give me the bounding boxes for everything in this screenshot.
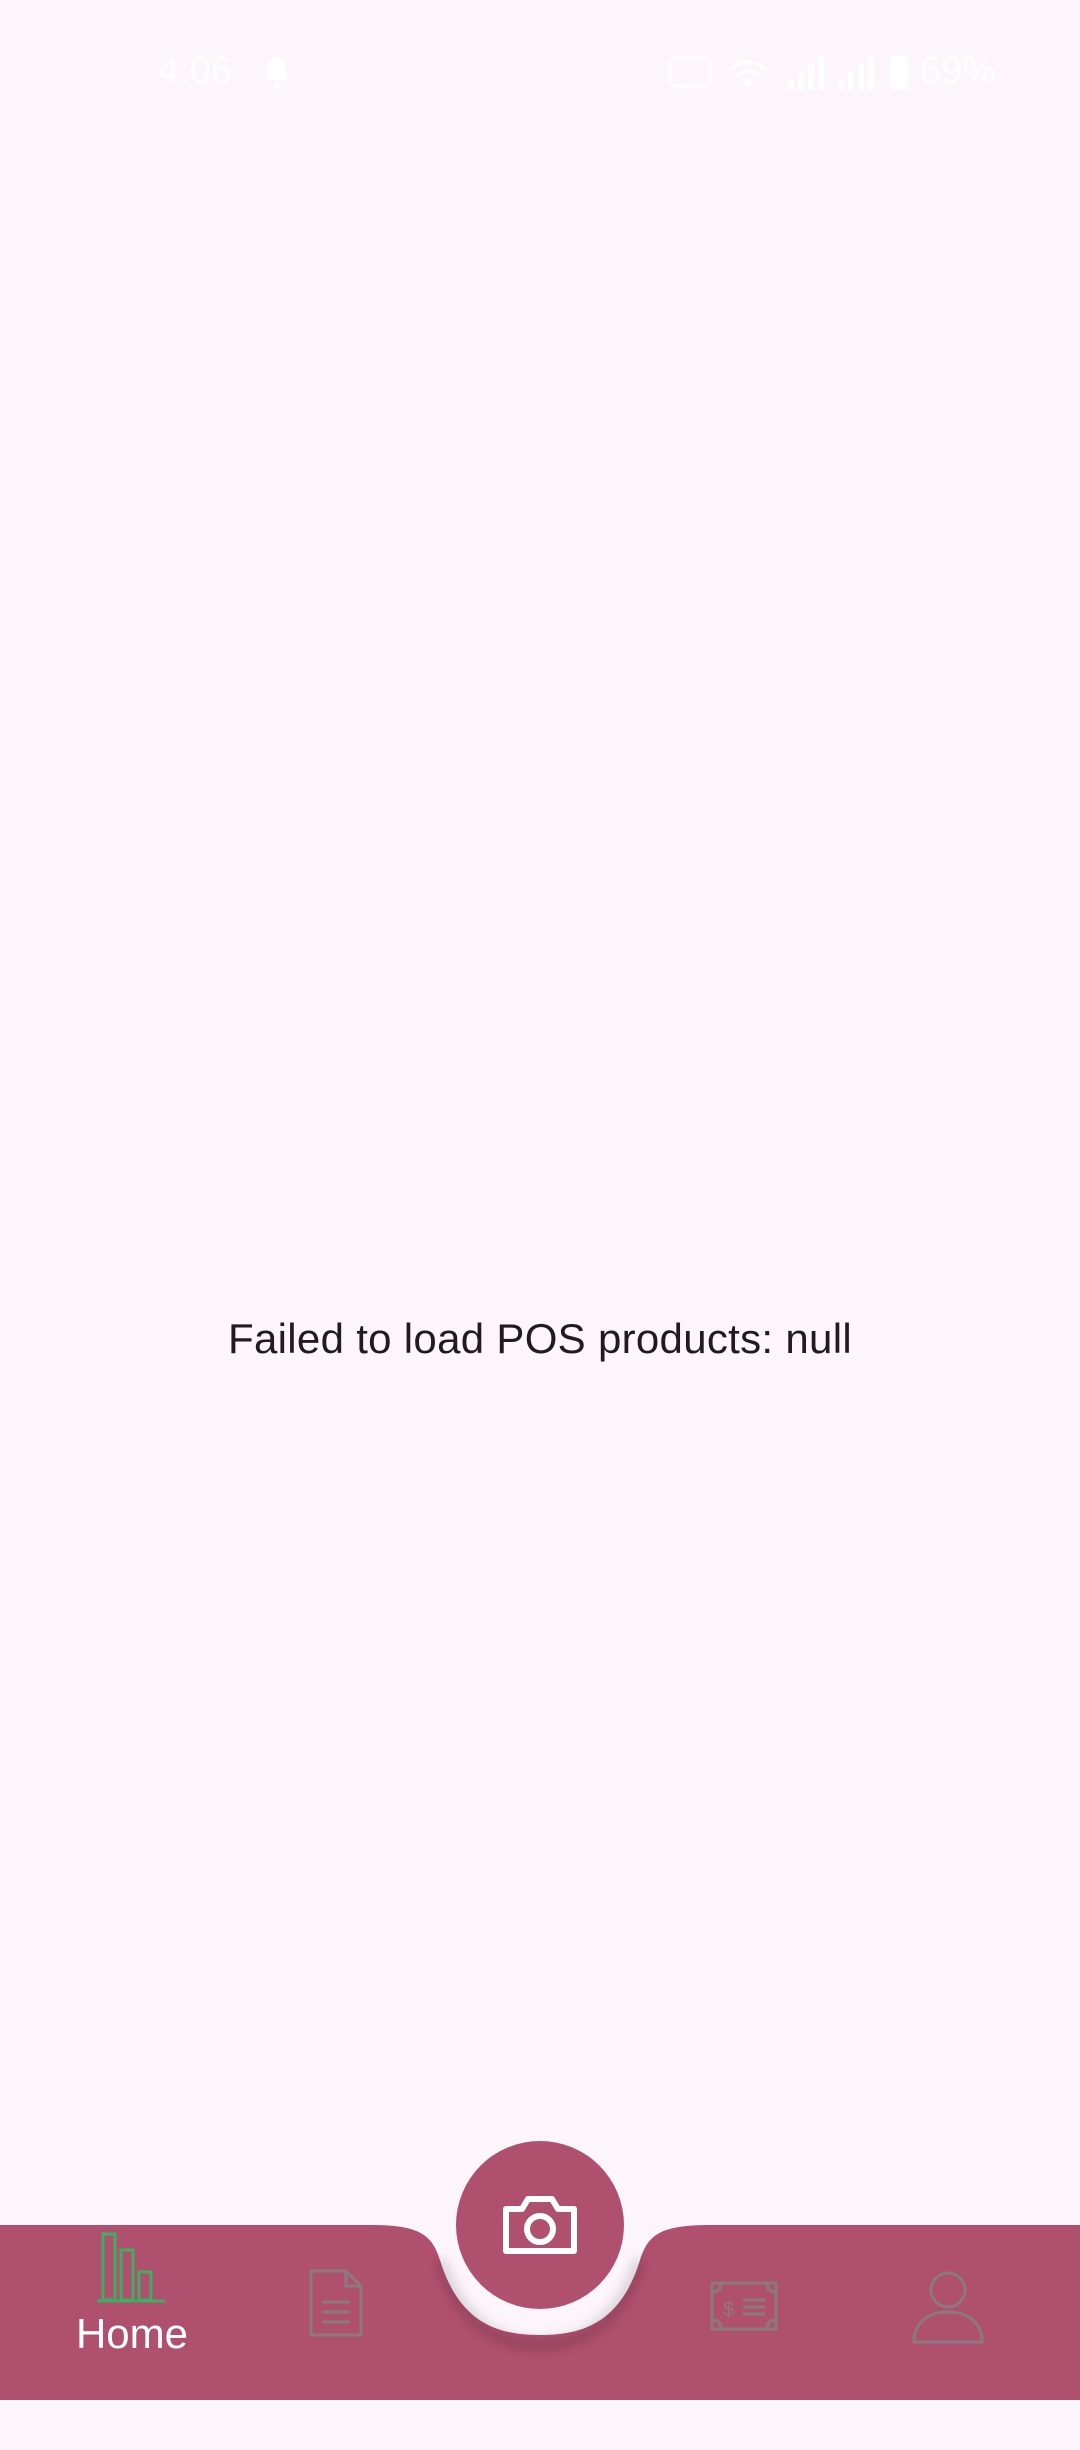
- status-time: 4:06: [158, 50, 232, 92]
- document-icon: [309, 2269, 363, 2337]
- camera-button[interactable]: [456, 2141, 624, 2309]
- notification-bell-icon: [265, 57, 289, 89]
- error-message: Failed to load POS products: null: [228, 1315, 852, 1362]
- svg-text:$: $: [723, 2299, 734, 2321]
- signal-wifi-icons: [668, 56, 908, 90]
- status-bar: 4:06 69%: [0, 0, 1080, 140]
- bill-icon: $: [710, 2281, 778, 2331]
- camera-icon: [503, 2196, 577, 2254]
- nav-item-home[interactable]: Home: [52, 2230, 212, 2400]
- battery-percent: 69%: [920, 50, 997, 92]
- nav-item-billing[interactable]: $: [664, 2280, 824, 2450]
- nav-item-home-label: Home: [75, 2310, 189, 2357]
- nav-item-documents[interactable]: [256, 2268, 416, 2438]
- bar-chart-icon: [97, 2232, 165, 2303]
- main-content: Failed to load POS products: null: [0, 140, 1080, 2225]
- nav-item-profile[interactable]: [868, 2270, 1028, 2440]
- person-icon: [912, 2271, 984, 2344]
